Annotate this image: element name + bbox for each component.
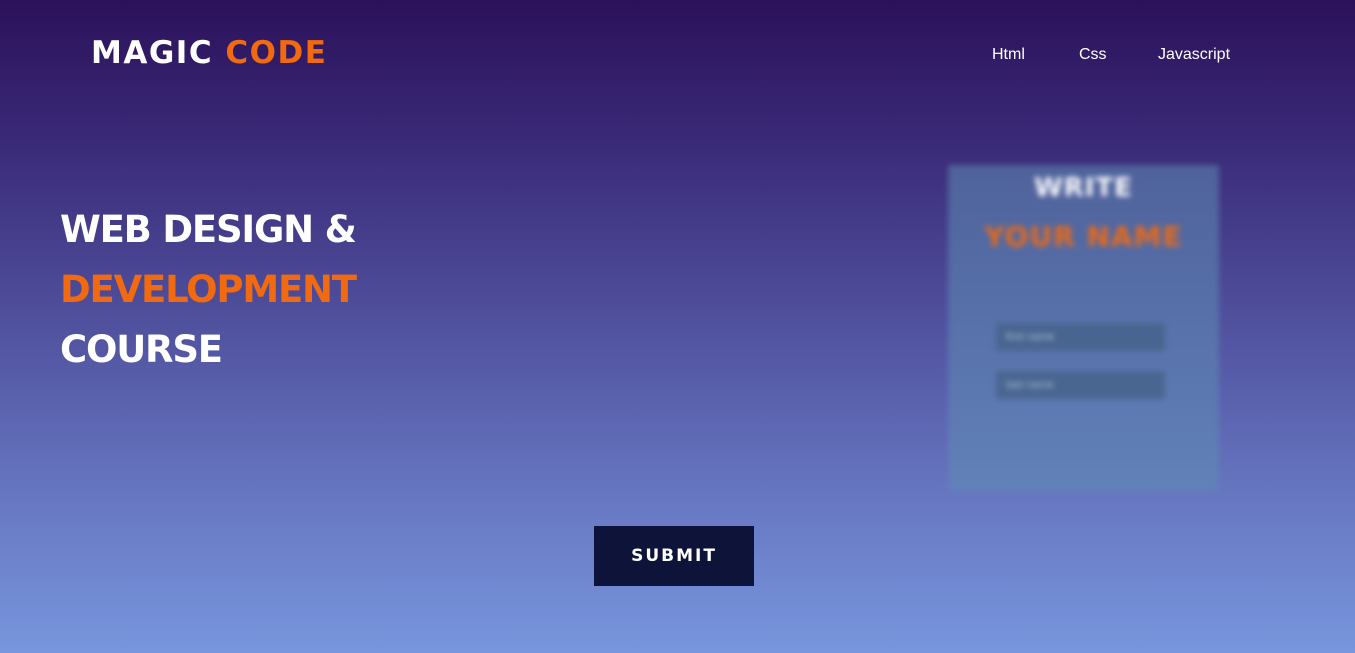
top-nav: Html Css Javascript <box>0 44 1355 66</box>
hero-line-1: WEB DESIGN & <box>60 208 357 251</box>
hero-line-3: COURSE <box>60 328 223 371</box>
name-form-card: WRITE YOUR NAME <box>948 165 1219 491</box>
form-title-your-name: YOUR NAME <box>984 220 1183 253</box>
first-name-input[interactable] <box>996 323 1165 351</box>
form-title-write: WRITE <box>1034 173 1133 203</box>
nav-link-css[interactable]: Css <box>1079 44 1107 66</box>
last-name-input[interactable] <box>996 371 1165 399</box>
nav-link-html[interactable]: Html <box>992 44 1025 66</box>
hero-line-2: DEVELOPMENT <box>60 268 357 311</box>
hero-heading: WEB DESIGN & DEVELOPMENT COURSE <box>60 200 357 380</box>
nav-link-javascript[interactable]: Javascript <box>1158 44 1230 66</box>
submit-button[interactable]: SUBMIT <box>594 526 754 586</box>
